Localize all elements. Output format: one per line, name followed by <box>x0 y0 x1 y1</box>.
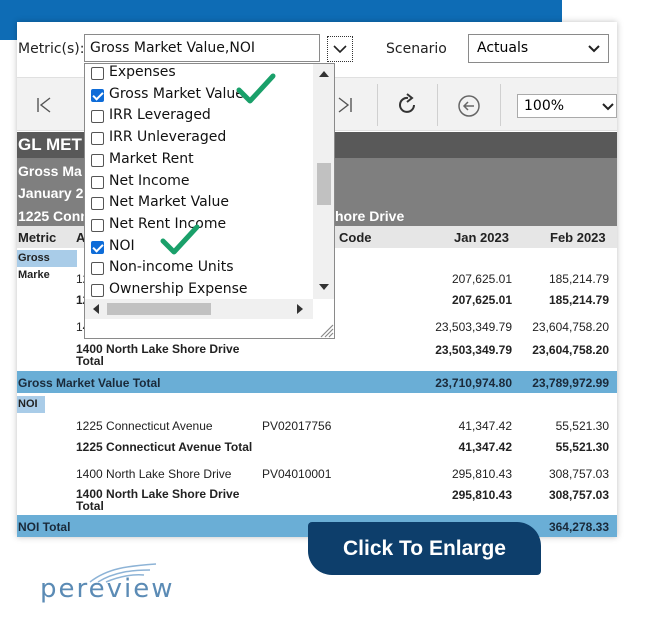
metric-option-label: Gross Market Value <box>109 85 244 102</box>
green-checkmark-icon <box>236 73 276 104</box>
row-feb: 55,521.30 <box>555 440 609 454</box>
metric-option-checkbox[interactable] <box>91 262 104 276</box>
green-checkmark-icon <box>160 224 200 255</box>
row-name: 1225 Connecticut Avenue Total <box>76 440 253 454</box>
metric-option-label: Expenses <box>109 64 176 80</box>
toolbar-separator <box>500 84 501 126</box>
vertical-scroll-thumb[interactable] <box>317 163 331 205</box>
row-feb: 308,757.03 <box>548 488 609 502</box>
metric-option-label: Market Rent <box>109 150 194 167</box>
metric-option-checkbox[interactable] <box>91 132 104 146</box>
table-row: 1400 North Lake Shore Drive Total 295,81… <box>17 488 617 514</box>
row-jan: 295,810.43 <box>451 467 512 481</box>
click-to-enlarge-button[interactable]: Click To Enlarge <box>308 522 541 575</box>
toolbar-separator <box>377 84 378 126</box>
metric-option-checkbox[interactable] <box>91 110 104 124</box>
col-code: Code <box>339 230 372 245</box>
row-feb: 55,521.30 <box>555 419 609 433</box>
refresh-icon[interactable] <box>395 93 419 117</box>
toolbar-separator <box>437 84 438 126</box>
pereview-logo: pereview <box>40 560 175 605</box>
metric-input[interactable]: Gross Market Value,NOI <box>84 34 320 62</box>
row-jan: 41,347.42 <box>458 419 512 433</box>
total-jan: 23,710,974.80 <box>435 376 512 390</box>
row-feb: 23,604,758.20 <box>532 343 609 357</box>
scroll-down-icon[interactable] <box>319 284 329 291</box>
resize-grip-icon[interactable] <box>313 319 335 339</box>
row-jan: 23,503,349.79 <box>435 343 512 357</box>
metric-option-label: NOI <box>109 237 135 254</box>
row-jan: 207,625.01 <box>451 272 512 286</box>
metric-option-label: Net Market Value <box>109 194 230 211</box>
property-header-right: hore Drive <box>335 208 405 224</box>
report-screenshot: Metric(s): Gross Market Value,NOI Scenar… <box>17 22 617 537</box>
metric-option-checkbox[interactable] <box>91 240 104 254</box>
vertical-scrollbar[interactable] <box>313 64 334 299</box>
zoom-select[interactable]: 100% <box>517 94 617 118</box>
total-label: Gross Market Value Total <box>18 376 161 390</box>
metric-option-checkbox[interactable] <box>91 175 104 189</box>
horizontal-scroll-thumb[interactable] <box>107 303 211 315</box>
metric-option-label: IRR Unleveraged <box>109 129 227 146</box>
metric-option-checkbox[interactable] <box>91 218 104 232</box>
row-name: 1225 Connecticut Avenue <box>76 419 213 433</box>
metric-dropdown-button[interactable] <box>327 36 353 62</box>
total-label: NOI Total <box>18 520 71 534</box>
row-jan: 41,347.42 <box>458 440 512 454</box>
row-feb: 185,214.79 <box>548 293 609 307</box>
row-jan: 207,625.01 <box>451 293 512 307</box>
metric-option-checkbox[interactable] <box>91 67 104 80</box>
horizontal-scrollbar[interactable] <box>85 299 313 319</box>
scenario-label: Scenario <box>386 41 447 57</box>
back-icon[interactable] <box>457 94 481 118</box>
property-header-left: 1225 Conn <box>18 208 89 224</box>
chevron-down-icon <box>602 103 614 111</box>
col-feb: Feb 2023 <box>550 230 606 245</box>
first-page-icon[interactable] <box>36 97 52 113</box>
row-jan: 23,503,349.79 <box>435 320 512 334</box>
total-feb: 364,278.33 <box>548 520 609 534</box>
chevron-down-icon <box>588 45 600 53</box>
scroll-up-icon[interactable] <box>319 70 329 77</box>
col-metric: Metric <box>18 230 57 245</box>
row-feb: 185,214.79 <box>548 272 609 286</box>
scenario-select[interactable]: Actuals <box>468 34 609 63</box>
row-name: 1400 North Lake Shore Drive <box>76 467 232 481</box>
scenario-value: Actuals <box>477 40 529 56</box>
row-name: 1400 North Lake Shore Drive Total <box>76 342 240 368</box>
metric-option-checkbox[interactable] <box>91 88 104 102</box>
metric-option-checkbox[interactable] <box>91 153 104 167</box>
total-feb: 23,789,972.99 <box>532 376 609 390</box>
zoom-value: 100% <box>524 98 565 114</box>
metric-option-label: IRR Leveraged <box>109 107 211 124</box>
scroll-right-icon[interactable] <box>297 304 304 314</box>
section-gmv: Gross Marke <box>17 250 77 281</box>
last-page-icon[interactable] <box>337 97 353 113</box>
report-date: January 2 <box>18 185 84 201</box>
metric-option-label: Ownership Expense <box>109 281 248 297</box>
row-feb: 308,757.03 <box>548 467 609 481</box>
metric-option-checkbox[interactable] <box>91 197 104 211</box>
chevron-down-icon <box>333 45 347 54</box>
report-subtitle: Gross Ma <box>18 163 82 179</box>
table-row: 1400 North Lake Shore Drive Total 23,503… <box>17 343 617 369</box>
row-jan: 295,810.43 <box>451 488 512 502</box>
metric-label: Metric(s): <box>18 41 85 57</box>
metric-option-checkbox[interactable] <box>91 284 104 297</box>
brand-name: pereview <box>40 574 175 604</box>
row-name: 1400 North Lake Shore Drive Total <box>76 487 240 513</box>
row-feb: 23,604,758.20 <box>532 320 609 334</box>
metric-option-label: Net Income <box>109 172 190 189</box>
row-code: PV04010001 <box>262 467 332 481</box>
section-noi: NOI <box>17 396 45 413</box>
scroll-left-icon[interactable] <box>92 304 99 314</box>
row-code: PV02017756 <box>262 419 332 433</box>
gmv-total-row: Gross Market Value Total 23,710,974.80 2… <box>17 371 617 393</box>
col-jan: Jan 2023 <box>454 230 509 245</box>
metric-option-label: Non-income Units <box>109 259 234 276</box>
metric-dropdown-list: Expenses Gross Market Value IRR Leveraged I… <box>84 63 335 339</box>
